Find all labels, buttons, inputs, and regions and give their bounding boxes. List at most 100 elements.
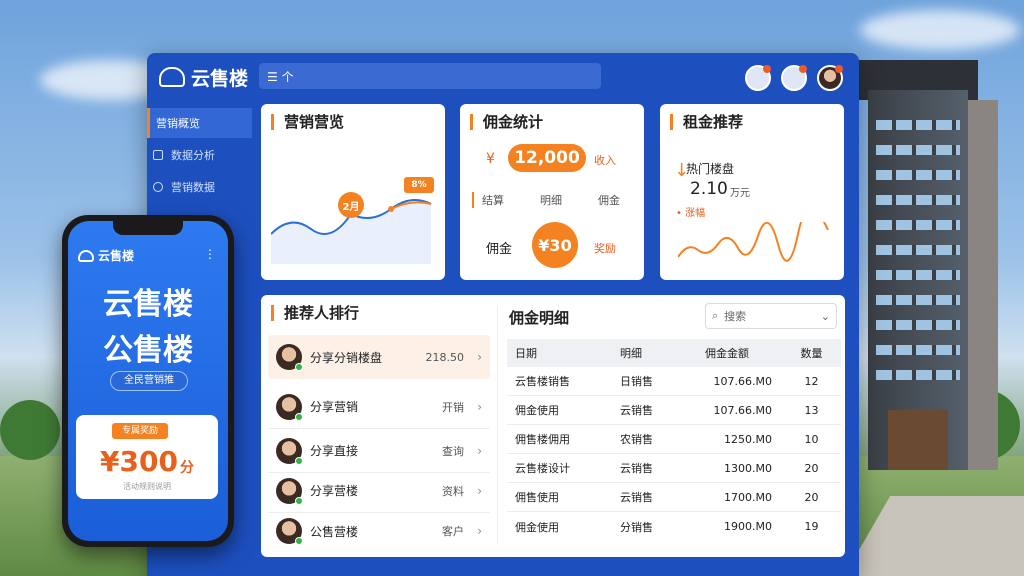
cell: 1300.M0 [724,461,772,475]
referrer-value: 客户 [442,525,464,538]
chevron-down-icon: ⌄ [820,309,830,323]
card-title: 租金推荐 [670,114,743,130]
table-row[interactable]: 云售楼销售 日销售 107.66.M0 12 [507,367,841,396]
divider [497,305,498,545]
col-header[interactable]: 佣金金额 [697,345,782,361]
chevron-right-icon: › [477,483,482,498]
search-icon: ⌕ [712,309,719,322]
cell: 10 [804,432,819,446]
card-title: 营销营览 [271,114,344,130]
coupon-tag: 专属奖励 [112,423,168,439]
search-select[interactable]: ⌕ 搜索 ⌄ [705,303,837,329]
rent-value: 2.10 [690,179,728,199]
commission-amount: 12,000 [508,144,586,172]
chevron-right-icon: › [477,399,482,414]
sidebar-item-label: 营销概览 [156,117,200,130]
referrer-name: 公售营楼 [310,524,359,539]
referrer-name: 分享直接 [310,444,359,458]
lower-panel: 推荐人排行 分享分销楼盘 218.50 › 分享营销 开销 › 分享直接 查询 … [261,295,845,557]
menu-label: ☰ 个 [267,69,294,84]
more-icon[interactable]: ⋮ [204,247,216,261]
referrer-name: 分享营销 [310,400,359,414]
grid-icon [153,150,163,160]
link-detail[interactable]: 明细 [540,192,562,208]
cell: 云销售 [620,491,653,504]
marketing-overview-card: 营销营览 2月 8% [261,104,445,280]
sidebar-item-label: 营销数据 [171,181,215,194]
sidebar-item-marketing[interactable]: 营销数据 [147,172,252,202]
link-commission[interactable]: 佣金 [598,192,620,208]
table-row[interactable]: 云售楼设计 云销售 1300.M0 20 [507,454,841,483]
avatar [276,518,303,545]
residential-tower [858,60,998,480]
hot-property-label: 热门楼盘 [686,162,735,176]
cell: 云销售 [620,404,653,417]
phone-headline-2: 公售楼 [103,333,193,368]
commission-label: 佣金 [486,242,513,257]
cell: 日销售 [620,375,653,388]
phone-notch [113,221,183,235]
bell-icon[interactable] [781,65,807,91]
cell: 1700.M0 [724,490,772,504]
col-header[interactable]: 明细 [612,345,697,361]
referrer-row[interactable]: 分享营楼 资料 › [268,469,490,513]
chevron-right-icon: › [477,350,482,364]
cloud-icon [78,249,94,262]
cell: 云售楼设计 [515,462,570,475]
referrer-row[interactable]: 分享直接 查询 › [268,429,490,473]
sidebar-item-overview[interactable]: 营销概览 [147,108,252,138]
currency-symbol: ¥ [486,151,495,167]
cell: 佣金使用 [515,404,559,417]
cloud-icon [159,67,185,87]
table-row[interactable]: 佣金使用 分销售 1900.M0 19 [507,512,841,541]
avatar [276,393,303,421]
user-avatar[interactable] [817,65,843,91]
link-settlement[interactable]: 结算 [472,192,504,208]
sidebar-item-label: 数据分析 [171,149,215,162]
cell: 1250.M0 [724,432,772,446]
top-search-bar[interactable]: ☰ 个 [259,63,601,89]
table-row[interactable]: 佣金使用 云销售 107.66.M0 13 [507,396,841,425]
referrer-row[interactable]: 公售营楼 客户 › [268,509,490,553]
search-placeholder: 搜索 [724,310,747,323]
referrer-value: 资料 [442,484,464,498]
sidebar-item-analysis[interactable]: 数据分析 [147,140,252,170]
detail-title: 佣金明细 [509,309,570,327]
notification-icon[interactable] [745,65,771,91]
col-header[interactable]: 日期 [507,345,612,361]
coupon-amount: ¥300 [100,445,178,478]
referrer-row[interactable]: 分享营销 开销 › [268,385,490,429]
table-header: 日期 明细 佣金金额 数量 [507,339,841,367]
coupon-note: 活动规则说明 [123,482,171,491]
avatar [276,344,303,371]
dashboard-window: 云售楼 ☰ 个 营销概览 数据分析 营销数据 营销营览 2月 8% 佣金统计 ¥… [147,53,859,576]
referrer-value: 218.50 [425,350,465,364]
table-row[interactable]: 佣售楼佣用 农销售 1250.M0 10 [507,425,841,454]
commission-stats-card: 佣金统计 ¥ 12,000 收入 结算 明细 佣金 佣金 ¥30 奖励 [460,104,644,280]
commission-badge: ¥30 [532,222,578,268]
cell: 107.66.M0 [713,374,772,388]
col-header[interactable]: 数量 [782,345,841,361]
cloud [860,10,1020,50]
cell: 佣售楼佣用 [515,433,570,446]
referrer-row[interactable]: 分享分销楼盘 218.50 › [268,335,490,379]
coupon-card[interactable]: 专属奖励 ¥300 分 活动规则说明 [76,415,218,499]
rent-unit: 万元 [730,188,750,199]
sidebar: 营销概览 数据分析 营销数据 [147,108,252,204]
phone-chip[interactable]: 全民营销推 [110,371,188,391]
cell: 佣金使用 [515,520,559,534]
reward-note: 奖励 [594,242,616,255]
referrer-name: 分享分销楼盘 [310,350,383,365]
chevron-right-icon: › [477,443,482,458]
phone-brand: 云售楼 [78,247,134,264]
avatar [276,477,303,505]
phone-screen: 云售楼 ⋮ 云售楼 公售楼 全民营销推 专属奖励 ¥300 分 活动规则说明 [68,221,228,541]
rise-note: • 涨幅 [676,208,706,219]
coupon-unit: 分 [180,460,194,476]
table-row[interactable]: 佣售使用 云销售 1700.M0 20 [507,483,841,512]
app-logo[interactable]: 云售楼 [159,63,248,91]
pill-right: 8% [404,177,434,193]
cell: 分销售 [620,520,653,534]
tree [0,400,60,460]
cell: 19 [804,520,819,533]
